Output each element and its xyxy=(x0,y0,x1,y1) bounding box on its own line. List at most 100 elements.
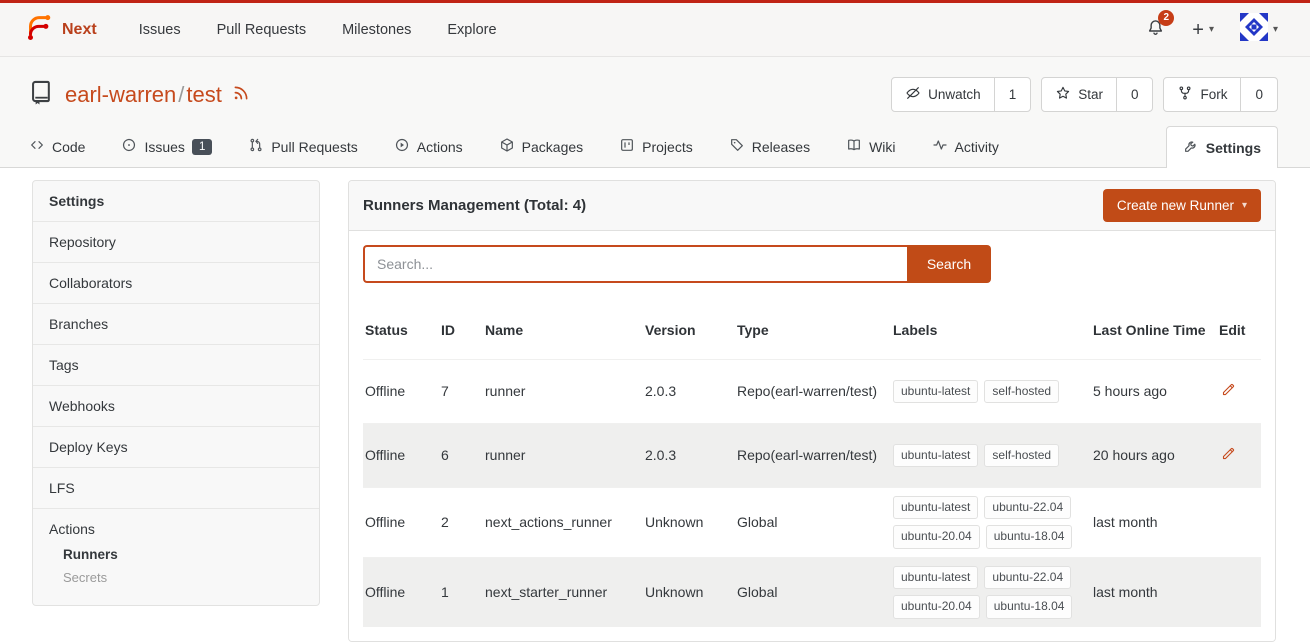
user-menu-button[interactable]: ▾ xyxy=(1240,13,1278,46)
unwatch-button[interactable]: Unwatch xyxy=(892,78,994,111)
sidebar-item-lfs[interactable]: LFS xyxy=(33,468,319,509)
runner-status: Offline xyxy=(365,574,433,610)
table-row: Offline 2 next_actions_runner Unknown Gl… xyxy=(363,487,1261,557)
label-chip: ubuntu-latest xyxy=(893,444,978,467)
chevron-down-icon: ▾ xyxy=(1209,24,1214,35)
top-navbar: Next Issues Pull Requests Milestones Exp… xyxy=(0,0,1310,57)
code-icon xyxy=(29,137,45,156)
repository-icon xyxy=(28,78,55,111)
sidebar-item-webhooks[interactable]: Webhooks xyxy=(33,386,319,427)
table-row: Offline 7 runner 2.0.3 Repo(earl-warren/… xyxy=(363,359,1261,423)
tab-actions[interactable]: Actions xyxy=(389,126,468,167)
edit-runner-button[interactable] xyxy=(1219,444,1238,466)
forks-count[interactable]: 0 xyxy=(1240,78,1277,111)
sidebar-item-repository[interactable]: Repository xyxy=(33,222,319,263)
edit-cell xyxy=(1219,584,1259,600)
create-new-runner-button[interactable]: Create new Runner ▾ xyxy=(1103,189,1261,222)
sidebar-group-actions[interactable]: Actions Runners Secrets xyxy=(33,509,319,605)
runner-version: 2.0.3 xyxy=(645,437,729,473)
sidebar-group-children: Runners Secrets xyxy=(49,537,303,593)
navbar-right: 2 + ▾ ▾ xyxy=(1145,13,1292,46)
create-menu-button[interactable]: + ▾ xyxy=(1192,20,1214,40)
home-link[interactable]: Next xyxy=(18,12,103,47)
sidebar-item-deploy-keys[interactable]: Deploy Keys xyxy=(33,427,319,468)
nav-explore[interactable]: Explore xyxy=(433,13,510,47)
col-name: Name xyxy=(485,312,637,348)
col-status: Status xyxy=(365,312,433,348)
tab-label: Actions xyxy=(417,139,463,155)
plus-icon: + xyxy=(1192,20,1204,40)
runner-name: next_actions_runner xyxy=(485,504,637,540)
tab-projects[interactable]: Projects xyxy=(614,126,698,167)
tab-settings[interactable]: Settings xyxy=(1166,126,1278,168)
stars-count[interactable]: 0 xyxy=(1116,78,1153,111)
rss-feed-icon[interactable] xyxy=(232,82,250,108)
issue-icon xyxy=(121,137,137,156)
label-chip: self-hosted xyxy=(984,444,1059,467)
settings-sidebar: Settings Repository Collaborators Branch… xyxy=(32,180,320,606)
label-chip: ubuntu-20.04 xyxy=(893,595,980,618)
tag-icon xyxy=(729,137,745,156)
runner-type: Global xyxy=(737,574,885,610)
repo-title: earl-warren/test xyxy=(28,78,250,111)
runners-table-header: Status ID Name Version Type Labels Last … xyxy=(363,301,1261,359)
nav-issues[interactable]: Issues xyxy=(125,13,195,47)
issues-count-badge: 1 xyxy=(192,139,212,155)
repo-owner-link[interactable]: earl-warren xyxy=(65,82,176,107)
label-chip: ubuntu-latest xyxy=(893,566,978,589)
search-input[interactable] xyxy=(363,245,907,283)
watchers-count[interactable]: 1 xyxy=(994,78,1031,111)
book-icon xyxy=(846,137,862,156)
runner-last-online: 20 hours ago xyxy=(1093,437,1211,473)
fork-button-group: Fork 0 xyxy=(1163,77,1278,112)
sidebar-item-tags[interactable]: Tags xyxy=(33,345,319,386)
fork-button[interactable]: Fork xyxy=(1164,78,1240,111)
tab-wiki[interactable]: Wiki xyxy=(841,126,900,167)
tab-pull-requests[interactable]: Pull Requests xyxy=(243,126,362,167)
sidebar-item-collaborators[interactable]: Collaborators xyxy=(33,263,319,304)
runners-panel-header: Runners Management (Total: 4) Create new… xyxy=(349,181,1275,231)
notification-count-badge: 2 xyxy=(1158,10,1174,26)
tab-label: Pull Requests xyxy=(271,139,357,155)
project-board-icon xyxy=(619,137,635,156)
nav-milestones[interactable]: Milestones xyxy=(328,13,425,47)
repo-name-link[interactable]: test xyxy=(186,82,221,107)
avatar xyxy=(1240,13,1268,46)
table-row: Offline 1 next_starter_runner Unknown Gl… xyxy=(363,557,1261,627)
tab-issues[interactable]: Issues 1 xyxy=(116,126,217,167)
runner-id: 7 xyxy=(441,373,477,409)
runner-type: Repo(earl-warren/test) xyxy=(737,373,885,409)
repo-separator: / xyxy=(178,82,184,107)
search-bar: Search xyxy=(363,245,991,283)
tab-releases[interactable]: Releases xyxy=(724,126,815,167)
fork-label: Fork xyxy=(1200,87,1227,102)
label-chip: ubuntu-18.04 xyxy=(986,525,1073,548)
star-button[interactable]: Star xyxy=(1042,78,1116,111)
tab-activity[interactable]: Activity xyxy=(927,126,1004,167)
runner-id: 6 xyxy=(441,437,477,473)
nav-pull-requests[interactable]: Pull Requests xyxy=(203,13,320,47)
sidebar-item-branches[interactable]: Branches xyxy=(33,304,319,345)
runner-name: runner xyxy=(485,437,637,473)
sidebar-item-secrets[interactable]: Secrets xyxy=(63,566,303,589)
tab-label: Releases xyxy=(752,139,810,155)
repo-header: earl-warren/test xyxy=(0,57,1310,126)
star-icon xyxy=(1055,85,1071,104)
pulse-icon xyxy=(932,137,948,156)
runner-type: Global xyxy=(737,504,885,540)
search-button[interactable]: Search xyxy=(907,245,991,283)
label-chip: ubuntu-22.04 xyxy=(984,566,1071,589)
tab-label: Code xyxy=(52,139,85,155)
runner-id: 2 xyxy=(441,504,477,540)
tab-code[interactable]: Code xyxy=(24,126,90,167)
col-type: Type xyxy=(737,312,885,348)
edit-runner-button[interactable] xyxy=(1219,380,1238,402)
label-chip: self-hosted xyxy=(984,380,1059,403)
pencil-icon xyxy=(1221,449,1236,464)
play-circle-icon xyxy=(394,137,410,156)
notifications-button[interactable]: 2 xyxy=(1145,17,1166,43)
eye-slash-icon xyxy=(905,85,921,104)
sidebar-item-runners[interactable]: Runners xyxy=(63,543,303,566)
tab-packages[interactable]: Packages xyxy=(494,126,588,167)
tab-label: Activity xyxy=(955,139,999,155)
